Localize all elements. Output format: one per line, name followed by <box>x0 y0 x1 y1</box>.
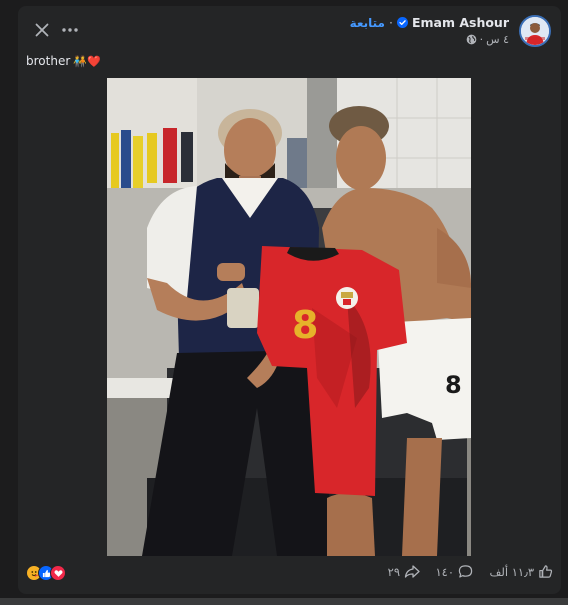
post-caption: brother 🧑‍🤝‍🧑❤️ <box>26 54 101 68</box>
comment-icon <box>458 565 473 578</box>
meta-separator: · <box>479 33 484 46</box>
more-icon <box>62 28 78 32</box>
comment-stat[interactable]: ١٤٠ <box>435 564 473 579</box>
post-header: Emam Ashour · متابعة ٤ س · <box>18 6 561 54</box>
caption-emojis: 🧑‍🤝‍🧑❤️ <box>73 54 101 68</box>
shares-count: ٢٩ <box>387 564 400 579</box>
post-card: Emam Ashour · متابعة ٤ س · <box>18 6 561 594</box>
share-icon <box>404 565 420 578</box>
share-stat[interactable]: ٢٩ <box>388 564 420 579</box>
post-time[interactable]: ٤ س <box>486 33 509 46</box>
verified-badge-icon <box>396 17 408 28</box>
close-icon <box>35 23 49 37</box>
reaction-summary[interactable] <box>26 565 66 581</box>
thumbs-up-icon <box>539 565 553 578</box>
like-stat[interactable]: ١١٫٣ ألف <box>489 564 553 579</box>
author-name[interactable]: Emam Ashour <box>412 15 509 30</box>
caption-text: brother <box>26 54 71 68</box>
globe-icon <box>466 34 476 45</box>
follow-button[interactable]: متابعة <box>350 16 385 30</box>
post-photo[interactable]: 8 8 <box>107 78 471 556</box>
comments-count: ١٤٠ <box>435 564 454 579</box>
close-button[interactable] <box>28 16 56 44</box>
more-options-button[interactable] <box>56 16 84 44</box>
author-avatar[interactable] <box>519 15 551 47</box>
likes-count: ١١٫٣ ألف <box>489 564 534 579</box>
page-bottom-strip <box>0 598 568 605</box>
shorts-number: 8 <box>445 371 462 399</box>
photo-illustration: 8 8 <box>107 78 471 556</box>
separator-dot: · <box>388 15 393 30</box>
post-meta: ٤ س · <box>350 33 509 46</box>
jersey-number: 8 <box>292 303 318 347</box>
post-footer: ١١٫٣ ألف ١٤٠ ٢٩ <box>18 556 561 594</box>
love-reaction-icon <box>50 565 66 581</box>
author-line: Emam Ashour · متابعة <box>350 15 509 30</box>
author-block: Emam Ashour · متابعة ٤ س · <box>350 15 509 46</box>
